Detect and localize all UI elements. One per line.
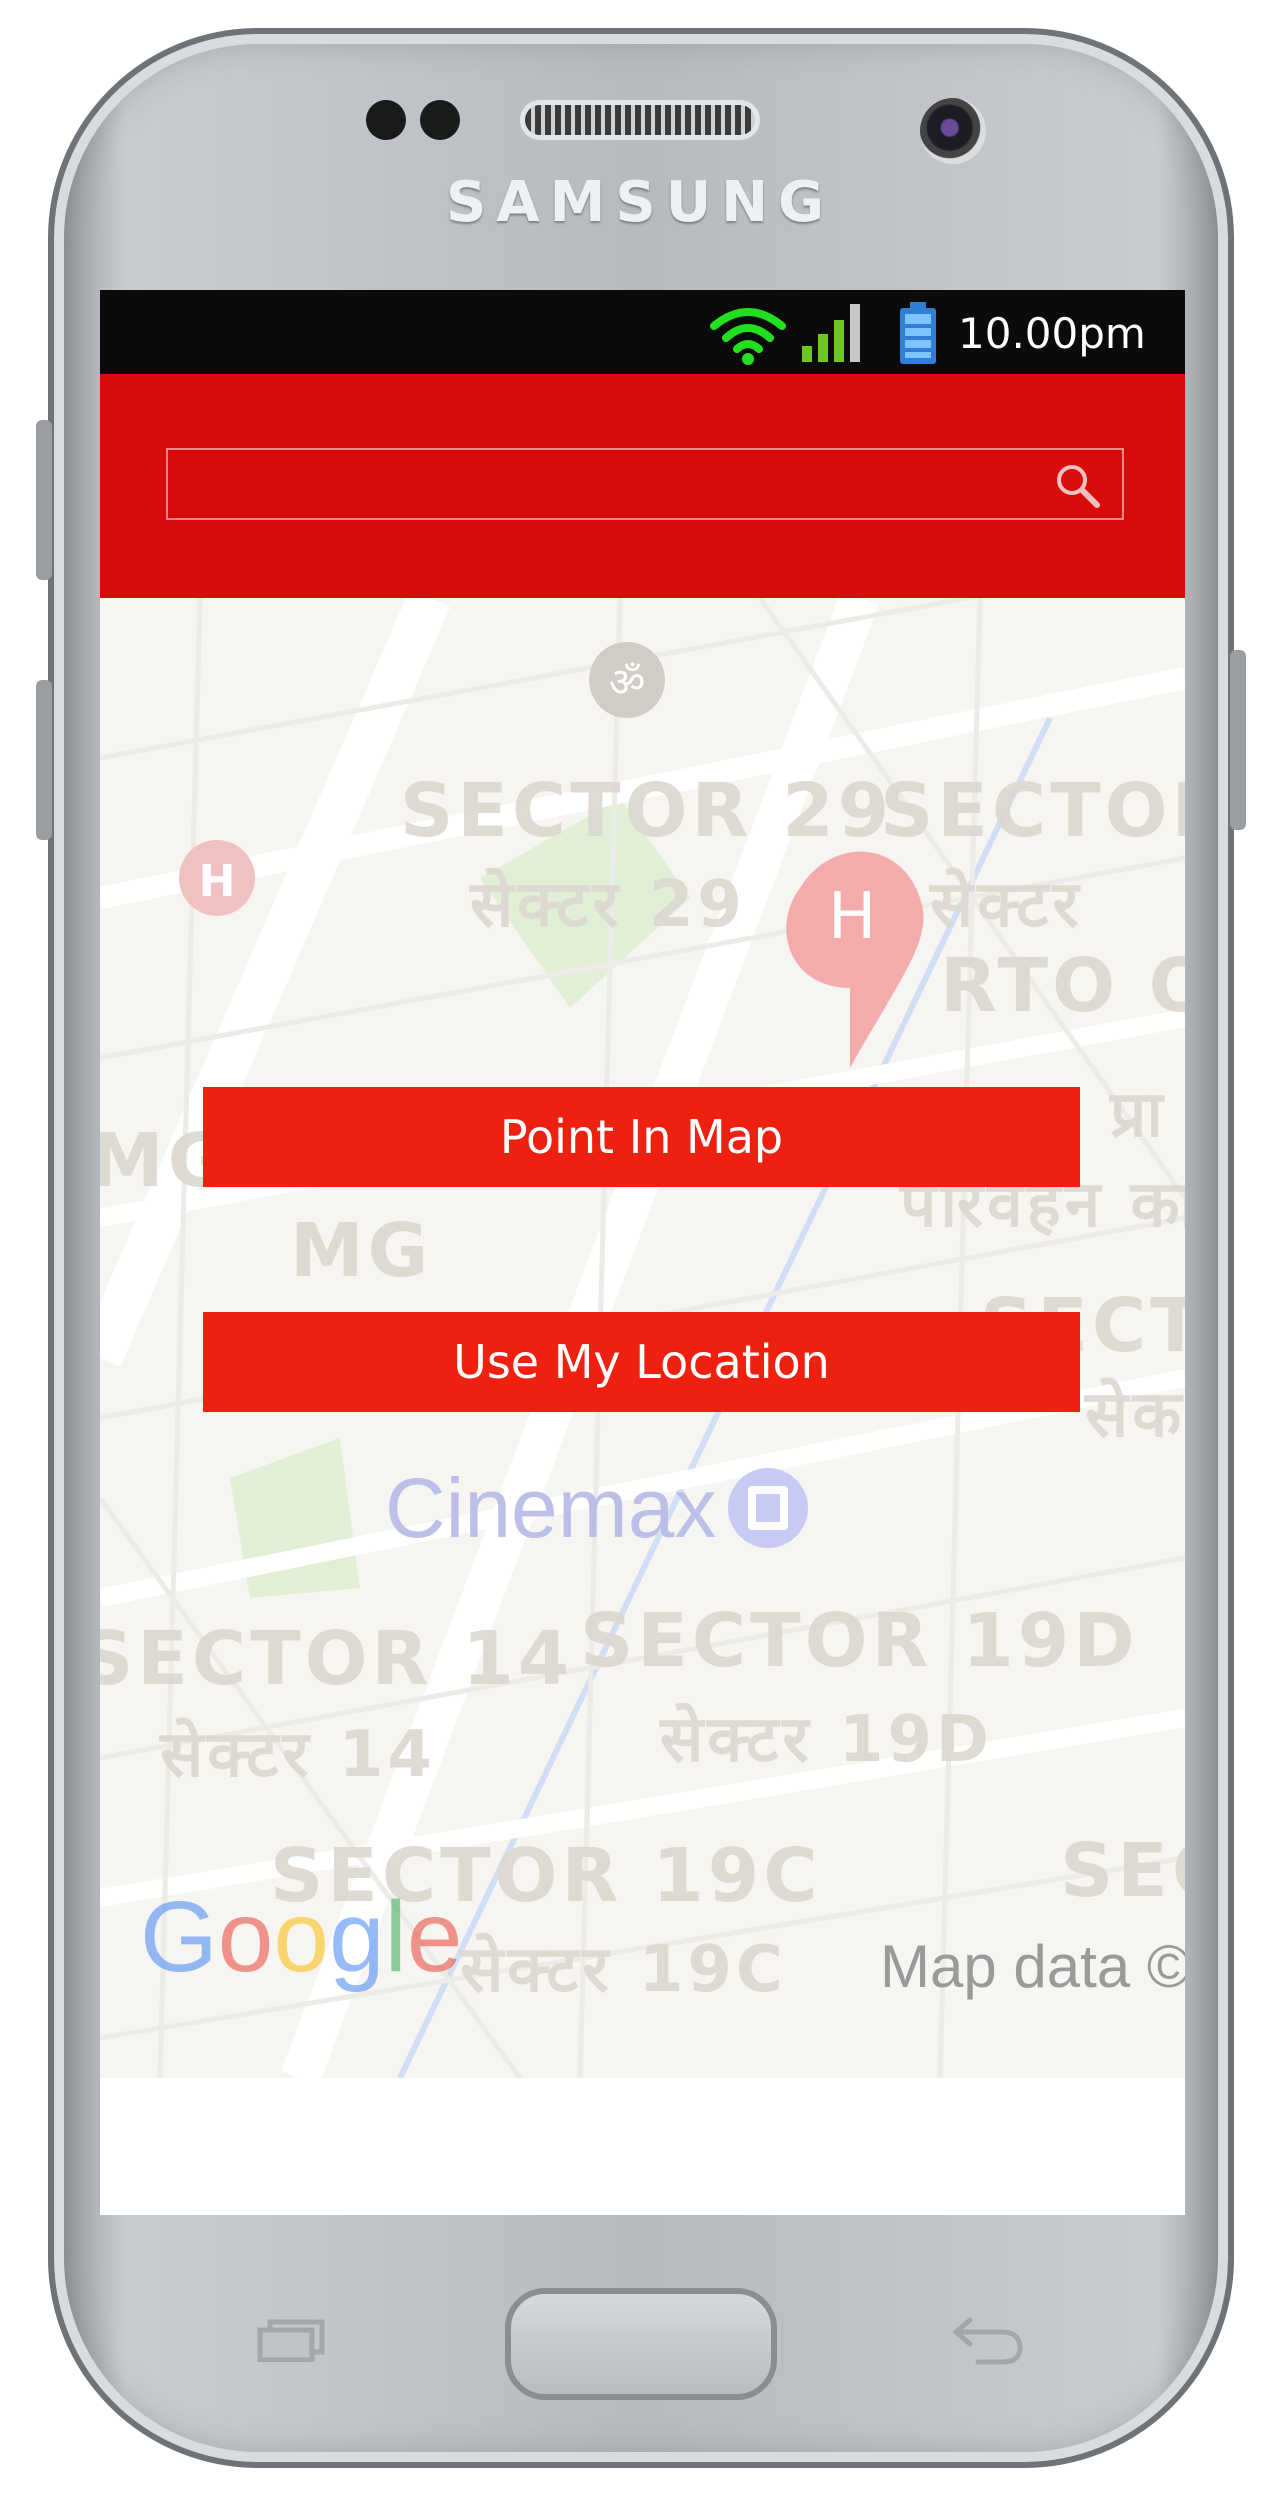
battery-icon [900,302,936,364]
app-header [100,374,1185,598]
use-my-location-button[interactable]: Use My Location [203,1312,1080,1412]
search-icon[interactable] [1052,460,1102,510]
status-bar: 10.00pm [100,290,1185,374]
phone-screen: 10.00pm H H ॐ SECTOR 29 सेक्टर 29 SECTO … [100,290,1185,2215]
bottom-blank-area [100,2078,1185,2215]
front-camera [920,98,986,164]
light-sensor [420,100,460,140]
search-input[interactable] [168,450,1028,518]
status-time: 10.00pm [958,309,1146,358]
map-attribution: Map data © [880,1933,1185,2000]
volume-up-key[interactable] [36,420,52,580]
wifi-icon [710,308,786,365]
google-logo: Google [140,1881,463,1993]
cell-signal-icon [802,304,860,362]
earpiece-speaker [520,100,760,140]
power-key[interactable] [1230,650,1246,830]
proximity-sensor [366,100,406,140]
device-brand-logo: SAMSUNG [445,170,835,235]
search-box[interactable] [166,448,1124,520]
back-icon[interactable] [950,2310,1026,2366]
home-button[interactable] [505,2288,777,2400]
recent-apps-icon[interactable] [256,2318,328,2362]
point-in-map-button[interactable]: Point In Map [203,1087,1080,1187]
volume-down-key[interactable] [36,680,52,840]
